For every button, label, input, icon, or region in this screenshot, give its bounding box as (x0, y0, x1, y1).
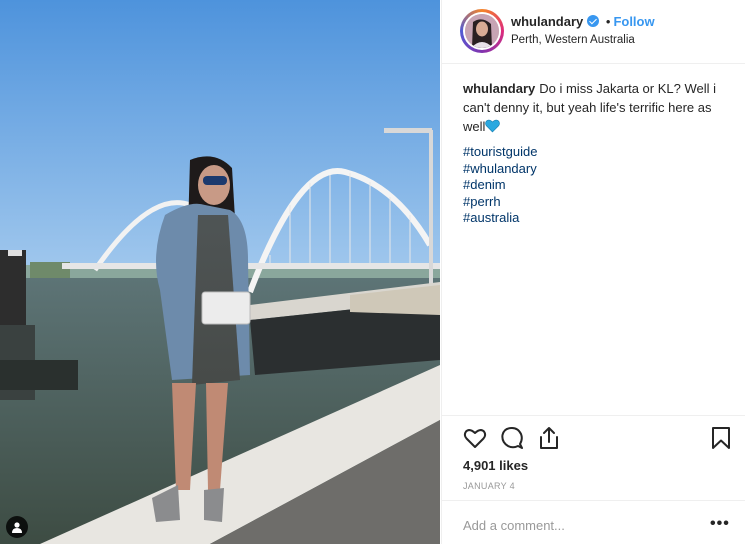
tagged-people-button[interactable] (6, 516, 28, 538)
share-icon[interactable] (536, 425, 562, 451)
post-photo[interactable] (0, 0, 440, 544)
location-link[interactable]: Perth, Western Australia (511, 34, 635, 46)
hashtag-link[interactable]: #touristguide (463, 144, 537, 161)
hashtag-list: #touristguide #whulandary #denim #perrh … (463, 144, 537, 227)
instagram-post-view: whulandary • Follow Perth, Western Austra… (0, 0, 745, 544)
caption-username[interactable]: whulandary (463, 81, 535, 96)
hashtag-link[interactable]: #denim (463, 177, 537, 194)
hashtag-link[interactable]: #australia (463, 210, 537, 227)
person-tag-icon (12, 522, 22, 533)
header-row: whulandary • Follow (511, 14, 655, 29)
comment-input[interactable]: Add a comment... (463, 518, 565, 533)
likes-count[interactable]: 4,901 likes (463, 458, 528, 473)
bookmark-icon[interactable] (708, 425, 734, 451)
avatar[interactable] (460, 9, 504, 53)
photo-illustration (0, 0, 440, 544)
heart-icon[interactable] (462, 425, 488, 451)
more-options-icon[interactable]: ••• (710, 515, 730, 533)
comment-icon[interactable] (499, 425, 525, 451)
post-side-panel: whulandary • Follow Perth, Western Austra… (441, 0, 745, 544)
post-header: whulandary • Follow Perth, Western Austra… (442, 0, 745, 64)
hashtag-link[interactable]: #perrh (463, 194, 537, 211)
avatar-photo (465, 14, 499, 48)
action-bar (442, 415, 745, 460)
follow-button[interactable]: Follow (613, 14, 654, 29)
hashtag-link[interactable]: #whulandary (463, 161, 537, 178)
username-link[interactable]: whulandary (511, 14, 583, 29)
blue-heart-emoji-icon (485, 119, 501, 138)
post-caption: whulandary Do i miss Jakarta or KL? Well … (463, 79, 733, 138)
separator-dot: • (605, 14, 611, 29)
verified-badge-icon (587, 15, 600, 27)
comment-bar: Add a comment... ••• (442, 500, 745, 544)
post-date[interactable]: JANUARY 4 (463, 481, 515, 491)
